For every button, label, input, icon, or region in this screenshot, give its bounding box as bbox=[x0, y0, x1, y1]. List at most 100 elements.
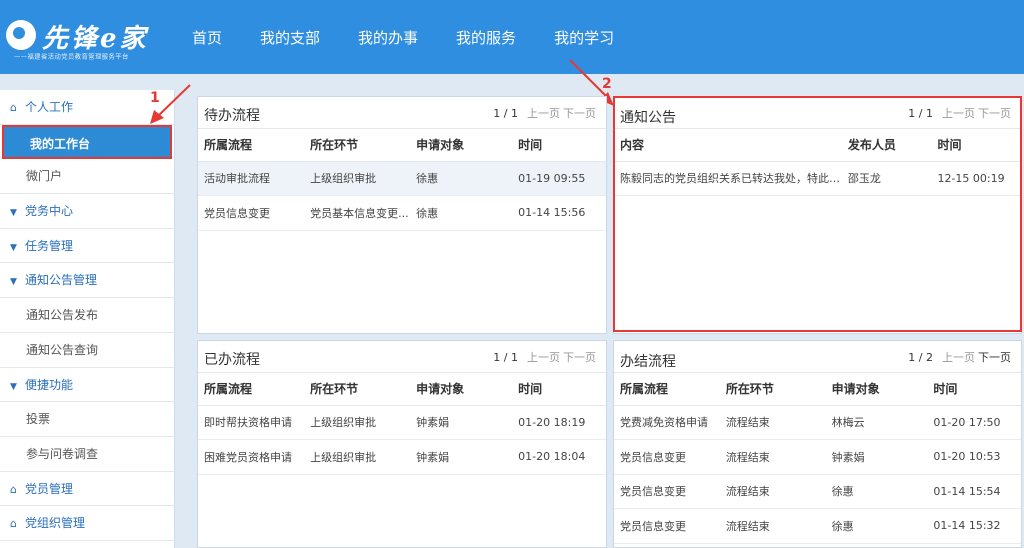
annotation-2: 2 bbox=[602, 76, 612, 92]
column-header: 所属流程 bbox=[198, 129, 305, 162]
table-row[interactable]: 党员信息变更 党员基本信息变更... 徐惠 01-14 15:56 bbox=[198, 195, 606, 231]
panel-title: 已办流程 bbox=[204, 352, 260, 368]
table-cell: 徐惠 bbox=[825, 508, 928, 544]
done-table: 所属流程 所在环节 申请对象 时间 即时帮扶资格申请 上级组织审批 钟素娟 01… bbox=[198, 373, 606, 475]
caret-down-icon: ▼ bbox=[10, 208, 17, 219]
sidebar-item-vote[interactable]: 投票 bbox=[0, 402, 174, 437]
nav-my-branch[interactable]: 我的支部 bbox=[246, 0, 334, 74]
home-icon: ⌂ bbox=[10, 517, 17, 531]
table-cell: 上级组织审批 bbox=[304, 405, 411, 440]
prev-page-link[interactable]: 上一页 bbox=[527, 351, 560, 364]
sidebar-item-label: 党员管理 bbox=[25, 481, 74, 496]
table-cell: 陈毅同志的党员组织关系已转达我处，特此回... bbox=[614, 161, 842, 196]
sidebar: ⌂ 个人工作 我的工作台 微门户 ▼ 党务中心 ▼ 任务管理 ▼ 通知公告管理 通知公告… bbox=[0, 90, 175, 548]
next-page-link[interactable]: 下一页 bbox=[978, 351, 1011, 364]
logo-title: 先锋e家 bbox=[42, 24, 149, 54]
table-row[interactable]: 困难党员资格申请 上级组织审批 钟素娟 01-20 18:04 bbox=[198, 439, 606, 475]
panel-header: 通知公告 1 / 1 上一页 下一页 bbox=[614, 97, 1021, 129]
pager: 1 / 1 上一页 下一页 bbox=[493, 349, 596, 365]
pager: 1 / 1 上一页 下一页 bbox=[908, 105, 1011, 121]
nav-my-learning[interactable]: 我的学习 bbox=[540, 0, 628, 74]
table-cell: 党员信息变更 bbox=[198, 195, 305, 231]
table-cell: 即时帮扶资格申请 bbox=[198, 405, 305, 440]
table-cell: 林梅云 bbox=[825, 405, 928, 440]
table-row[interactable]: 党员信息变更 流程结束 钟素娟 01-20 10:53 bbox=[614, 439, 1021, 475]
column-header: 所属流程 bbox=[614, 373, 720, 406]
column-header: 时间 bbox=[931, 129, 1021, 162]
table-cell: 流程结束 bbox=[719, 439, 826, 475]
table-cell: 上级组织审批 bbox=[304, 439, 411, 475]
panel-title: 待办流程 bbox=[204, 108, 260, 124]
table-row[interactable]: 陈毅同志的党员组织关系已转达我处，特此回... 邵玉龙 12-15 00:19 bbox=[614, 161, 1021, 196]
table-cell: 钟素娟 bbox=[410, 405, 513, 440]
sidebar-item-label: 通知公告管理 bbox=[25, 273, 98, 288]
panel-header: 待办流程 1 / 1 上一页 下一页 bbox=[198, 97, 606, 129]
table-cell: 流程结束 bbox=[719, 405, 826, 440]
sidebar-item-label: 投票 bbox=[26, 412, 51, 427]
sidebar-item-notice-publish[interactable]: 通知公告发布 bbox=[0, 298, 174, 333]
page-indicator: 1 / 1 bbox=[493, 351, 518, 364]
nav-my-services[interactable]: 我的服务 bbox=[442, 0, 530, 74]
table-cell: 党员信息变更 bbox=[614, 474, 720, 509]
prev-page-link[interactable]: 上一页 bbox=[527, 107, 560, 120]
table-cell: 活动审批流程 bbox=[198, 161, 305, 196]
table-header-row: 内容 发布人员 时间 bbox=[614, 129, 1021, 162]
nav-my-affairs[interactable]: 我的办事 bbox=[344, 0, 432, 74]
home-icon: ⌂ bbox=[10, 482, 17, 496]
sidebar-group-party-center[interactable]: ▼ 党务中心 bbox=[0, 194, 174, 229]
sidebar-group-personal-work[interactable]: ⌂ 个人工作 bbox=[0, 90, 174, 125]
table-row[interactable]: 党员信息变更 流程结束 徐惠 01-14 15:54 bbox=[614, 474, 1021, 509]
sidebar-group-quick-functions[interactable]: ▼ 便捷功能 bbox=[0, 368, 174, 403]
sidebar-item-my-workbench[interactable]: 我的工作台 bbox=[2, 124, 172, 160]
column-header: 所在环节 bbox=[304, 129, 411, 162]
sidebar-group-org-management[interactable]: ⌂ 党组织管理 bbox=[0, 506, 174, 541]
panel-pending-workflow: 待办流程 1 / 1 上一页 下一页 所属流程 所在环节 申请对象 时间 活动审批流… bbox=[197, 96, 607, 334]
logo-subtitle: ——福建省活动党员教育管理服务平台 bbox=[14, 52, 129, 61]
table-row[interactable]: 党员信息变更 流程结束 徐惠 01-14 15:32 bbox=[614, 508, 1021, 544]
table-cell: 钟素娟 bbox=[825, 439, 928, 475]
sidebar-item-label: 我的工作台 bbox=[30, 136, 91, 151]
sidebar-group-member-management[interactable]: ⌂ 党员管理 bbox=[0, 472, 174, 507]
logo-mark-icon bbox=[6, 20, 36, 50]
panel-title: 通知公告 bbox=[620, 110, 676, 126]
main-nav: 首页 我的支部 我的办事 我的服务 我的学习 bbox=[178, 0, 638, 74]
table-cell: 01-14 15:54 bbox=[927, 474, 1021, 509]
annotation-1: 1 bbox=[150, 90, 160, 106]
sidebar-item-label: 通知公告查询 bbox=[26, 342, 99, 357]
table-header-row: 所属流程 所在环节 申请对象 时间 bbox=[614, 373, 1021, 406]
prev-page-link[interactable]: 上一页 bbox=[942, 351, 975, 364]
table-cell: 01-14 15:56 bbox=[512, 195, 606, 231]
table-cell: 邵玉龙 bbox=[841, 161, 932, 196]
page-indicator: 1 / 2 bbox=[908, 351, 933, 364]
next-page-link[interactable]: 下一页 bbox=[563, 107, 596, 120]
panel-header: 办结流程 1 / 2 上一页 下一页 bbox=[614, 341, 1021, 373]
column-header: 申请对象 bbox=[825, 373, 928, 406]
panel-title: 办结流程 bbox=[620, 354, 676, 370]
table-cell: 12-15 00:19 bbox=[931, 161, 1021, 196]
table-cell: 01-20 18:04 bbox=[512, 439, 606, 475]
table-cell: 01-20 10:53 bbox=[927, 439, 1021, 475]
column-header: 申请对象 bbox=[410, 129, 513, 162]
page-indicator: 1 / 1 bbox=[908, 107, 933, 120]
table-row[interactable]: 即时帮扶资格申请 上级组织审批 钟素娟 01-20 18:19 bbox=[198, 405, 606, 440]
next-page-link[interactable]: 下一页 bbox=[563, 351, 596, 364]
prev-page-link[interactable]: 上一页 bbox=[942, 107, 975, 120]
table-cell: 党费减免资格申请 bbox=[614, 405, 720, 440]
column-header: 时间 bbox=[512, 129, 606, 162]
sidebar-group-notice-management[interactable]: ▼ 通知公告管理 bbox=[0, 263, 174, 299]
table-cell: 上级组织审批 bbox=[304, 161, 411, 196]
next-page-link[interactable]: 下一页 bbox=[978, 107, 1011, 120]
finished-table: 所属流程 所在环节 申请对象 时间 党费减免资格申请 流程结束 林梅云 01-2… bbox=[614, 373, 1021, 544]
table-header-row: 所属流程 所在环节 申请对象 时间 bbox=[198, 373, 606, 406]
table-cell: 钟素娟 bbox=[410, 439, 513, 475]
table-row[interactable]: 活动审批流程 上级组织审批 徐惠 01-19 09:55 bbox=[198, 161, 606, 196]
app-logo[interactable]: 先锋e家 ——福建省活动党员教育管理服务平台 bbox=[6, 10, 182, 62]
sidebar-item-micro-portal[interactable]: 微门户 bbox=[0, 159, 174, 195]
sidebar-group-task-management[interactable]: ▼ 任务管理 bbox=[0, 229, 174, 264]
nav-home[interactable]: 首页 bbox=[178, 0, 236, 74]
sidebar-item-notice-query[interactable]: 通知公告查询 bbox=[0, 333, 174, 368]
table-row[interactable]: 党费减免资格申请 流程结束 林梅云 01-20 17:50 bbox=[614, 405, 1021, 440]
page-indicator: 1 / 1 bbox=[493, 107, 518, 120]
pending-table: 所属流程 所在环节 申请对象 时间 活动审批流程 上级组织审批 徐惠 01-19… bbox=[198, 129, 606, 231]
sidebar-item-survey[interactable]: 参与问卷调查 bbox=[0, 437, 174, 472]
